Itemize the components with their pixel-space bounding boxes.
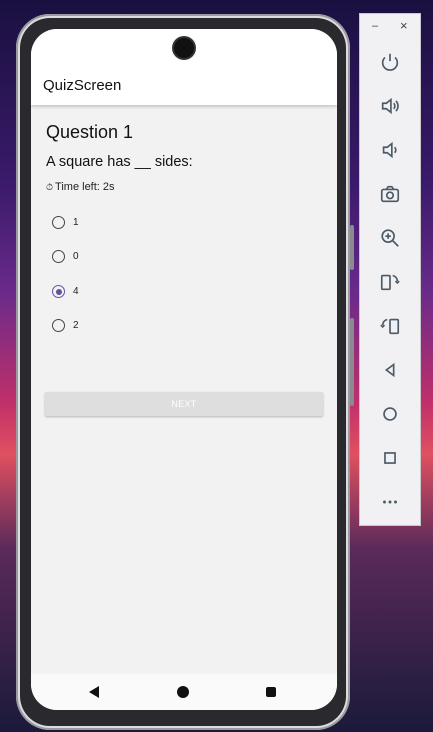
back-icon[interactable] [376,356,404,384]
more-icon[interactable] [376,488,404,516]
nav-recents-icon[interactable] [266,687,276,697]
power-icon[interactable] [376,48,404,76]
volume-up-icon[interactable] [376,92,404,120]
radio-button[interactable] [52,319,65,332]
volume-down-icon[interactable] [376,136,404,164]
option-label: 4 [73,286,79,297]
timer: ⏱ Time left: 2s [46,181,115,193]
timer-text: Time left: 2s [55,181,115,193]
rotate-left-icon[interactable] [376,268,404,296]
radio-button-selected[interactable] [52,285,65,298]
nav-back-icon[interactable] [89,686,99,698]
option-label: 0 [73,251,79,262]
answer-option[interactable]: 4 [49,281,249,305]
phone-side-button [350,225,354,270]
option-label: 2 [73,320,79,331]
emulator-toolbar: – × [359,13,421,526]
answer-option[interactable]: 1 [49,212,249,236]
phone-side-button [350,318,354,406]
device-screen: QuizScreen Question 1 A square has __ si… [31,29,337,710]
question-heading: Question 1 [46,122,134,142]
next-button[interactable]: NEXT [45,392,323,416]
status-bar [31,29,337,69]
camera-icon[interactable] [376,180,404,208]
overview-icon[interactable] [376,444,404,472]
navigation-bar [31,674,337,710]
option-label: 1 [73,217,79,228]
minimize-button[interactable]: – [372,20,378,32]
home-icon[interactable] [376,400,404,428]
app-bar: QuizScreen [31,69,337,105]
stopwatch-icon: ⏱ [46,182,54,192]
nav-home-icon[interactable] [177,686,189,698]
answer-option[interactable]: 0 [49,246,249,270]
close-button[interactable]: × [400,18,408,33]
answer-option[interactable]: 2 [49,315,249,339]
front-camera [174,38,194,58]
rotate-right-icon[interactable] [376,312,404,340]
radio-button[interactable] [52,216,65,229]
app-title: QuizScreen [43,77,122,94]
question-text: A square has __ sides: [46,154,193,170]
radio-button[interactable] [52,250,65,263]
zoom-in-icon[interactable] [376,224,404,252]
